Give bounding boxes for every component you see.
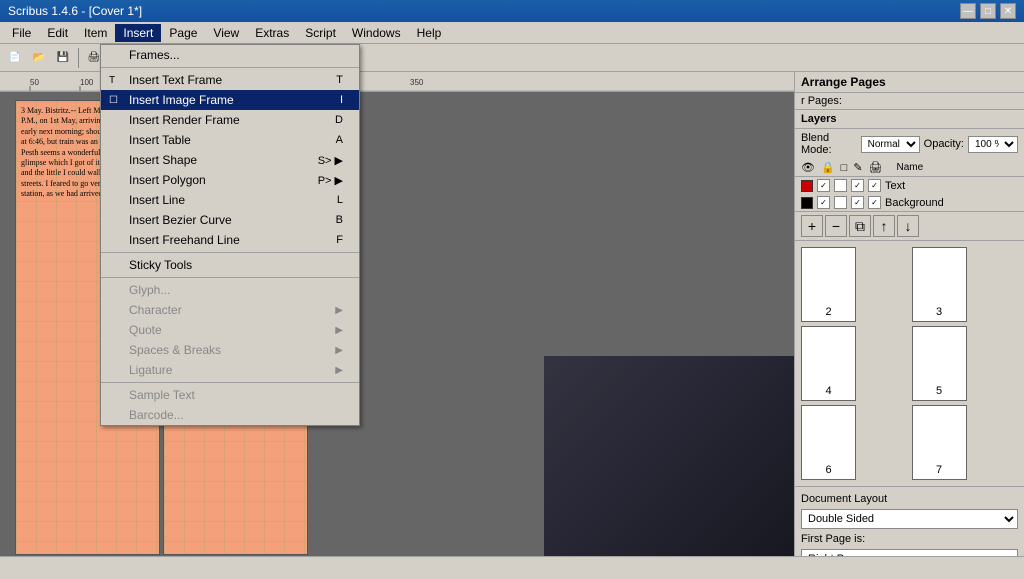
arrange-pages-title: Arrange Pages [801, 75, 886, 89]
text-frame-check[interactable] [851, 179, 864, 192]
page-right: 3 May. Bistritz.-- Left Munich at 8:35 P… [163, 100, 308, 555]
print-icon: 🖨 [869, 161, 883, 174]
bg-frame-check[interactable] [851, 196, 864, 209]
edit-icon: ✎ [853, 161, 862, 174]
menu-file[interactable]: File [4, 24, 39, 42]
page-thumb-2[interactable]: 2 [801, 247, 856, 322]
redo-button[interactable]: ↪ [138, 47, 160, 69]
cut-button[interactable]: ✂ [169, 47, 191, 69]
right-panel: Arrange Pages r Pages: Layers Blend Mode… [794, 72, 1024, 556]
title-bar: Scribus 1.4.6 - [Cover 1*] — □ ✕ [0, 0, 1024, 22]
document-layout-label: Document Layout [801, 493, 1018, 505]
layers-header: Layers [795, 110, 1024, 129]
layers-panel: Layers Blend Mode: Normal Opacity: 100 %… [795, 110, 1024, 241]
blend-mode-row: Blend Mode: Normal Opacity: 100 % [795, 129, 1024, 159]
layer-background-row[interactable]: Background [795, 194, 1024, 211]
main-toolbar: 📄 📂 💾 🖨 ↩ ↪ ✂ ⎘ 📋 [0, 44, 1024, 72]
app-title: Scribus 1.4.6 - [Cover 1*] [8, 4, 142, 18]
duplicate-layer-button[interactable]: ⧉ [849, 215, 871, 237]
bg-edit-check[interactable] [868, 196, 881, 209]
layer-toolbar: + − ⧉ ↑ ↓ [795, 211, 1024, 240]
menu-bar: File Edit Item Insert Page View Extras S… [0, 22, 1024, 44]
toolbar-separator-1 [78, 48, 79, 68]
svg-text:200: 200 [200, 78, 214, 87]
lock-icon: 🔒 [821, 161, 835, 174]
page-thumb-4[interactable]: 4 [801, 326, 856, 401]
text-edit-check[interactable] [868, 179, 881, 192]
move-layer-down-button[interactable]: ↓ [897, 215, 919, 237]
layers-column-headers: 👁 🔒 □ ✎ 🖨 Name [795, 159, 1024, 177]
toolbar-separator-3 [164, 48, 165, 68]
blend-mode-select[interactable]: Normal [861, 136, 920, 153]
svg-text:150: 150 [130, 78, 144, 87]
save-button[interactable]: 💾 [52, 47, 74, 69]
toolbar-separator-2 [109, 48, 110, 68]
page-left: 3 May. Bistritz.-- Left Munich at 8:35 P… [15, 100, 160, 555]
name-column: Name [897, 162, 924, 173]
first-page-label: First Page is: [801, 533, 865, 545]
page-thumbnails: 2 3 4 5 6 7 [795, 241, 1024, 486]
menu-view[interactable]: View [205, 24, 247, 42]
arrange-pages-header: Arrange Pages [795, 72, 1024, 93]
bg-lock-check[interactable] [834, 196, 847, 209]
layer-text-row[interactable]: Text [795, 177, 1024, 194]
menu-edit[interactable]: Edit [39, 24, 76, 42]
layers-title: Layers [801, 113, 836, 125]
text-layer-color [801, 180, 813, 192]
bg-visible-check[interactable] [817, 196, 830, 209]
page-thumb-6[interactable]: 6 [801, 405, 856, 480]
menu-insert[interactable]: Insert [115, 24, 161, 42]
horizontal-ruler: 50 100 150 200 250 300 350 [0, 72, 794, 92]
pages-label: r Pages: [795, 93, 1024, 110]
open-button[interactable]: 📂 [28, 47, 50, 69]
remove-layer-button[interactable]: − [825, 215, 847, 237]
print-button[interactable]: 🖨 [83, 47, 105, 69]
menu-windows[interactable]: Windows [344, 24, 409, 42]
eye-icon: 👁 [801, 161, 815, 174]
left-page-text: 3 May. Bistritz.-- Left Munich at 8:35 P… [16, 101, 159, 205]
opacity-select[interactable]: 100 % [968, 136, 1018, 153]
bg-layer-name: Background [885, 197, 944, 209]
page-thumb-5[interactable]: 5 [912, 326, 967, 401]
menu-extras[interactable]: Extras [247, 24, 297, 42]
text-visible-check[interactable] [817, 179, 830, 192]
paste-button[interactable]: 📋 [217, 47, 239, 69]
maximize-button[interactable]: □ [980, 3, 996, 19]
svg-text:250: 250 [270, 78, 284, 87]
page-thumb-7[interactable]: 7 [912, 405, 967, 480]
status-bar [0, 556, 1024, 576]
right-page-text: 3 May. Bistritz.-- Left Munich at 8:35 P… [164, 101, 307, 205]
window-controls[interactable]: — □ ✕ [960, 3, 1016, 19]
blend-label: Blend Mode: [801, 132, 857, 156]
bg-layer-color [801, 197, 813, 209]
page-thumb-3[interactable]: 3 [912, 247, 967, 322]
background-image [544, 356, 794, 556]
text-layer-name: Text [885, 180, 905, 192]
menu-page[interactable]: Page [161, 24, 205, 42]
menu-help[interactable]: Help [409, 24, 450, 42]
new-button[interactable]: 📄 [4, 47, 26, 69]
close-button[interactable]: ✕ [1000, 3, 1016, 19]
svg-text:350: 350 [410, 78, 424, 87]
document-layout-select[interactable]: Double Sided Single Page Facing Pages [801, 509, 1018, 529]
first-page-row: First Page is: [801, 533, 1018, 545]
opacity-label: Opacity: [924, 138, 964, 150]
svg-text:50: 50 [30, 78, 39, 87]
svg-text:100: 100 [80, 78, 94, 87]
move-layer-up-button[interactable]: ↑ [873, 215, 895, 237]
frame-icon: □ [841, 162, 848, 174]
menu-script[interactable]: Script [297, 24, 344, 42]
menu-item[interactable]: Item [76, 24, 115, 42]
document-canvas[interactable]: 3 May. Bistritz.-- Left Munich at 8:35 P… [0, 92, 794, 556]
text-lock-check[interactable] [834, 179, 847, 192]
add-layer-button[interactable]: + [801, 215, 823, 237]
svg-text:300: 300 [340, 78, 354, 87]
undo-button[interactable]: ↩ [114, 47, 136, 69]
copy-button[interactable]: ⎘ [193, 47, 215, 69]
minimize-button[interactable]: — [960, 3, 976, 19]
